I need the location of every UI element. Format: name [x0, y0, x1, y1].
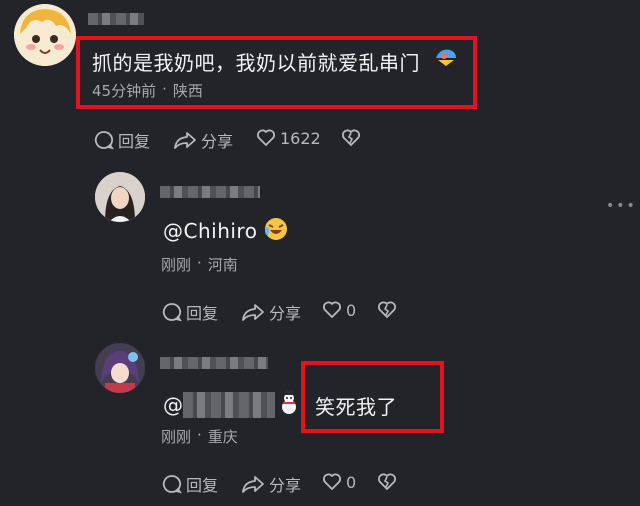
mention-text[interactable]: @	[163, 393, 184, 417]
meta-separator: ·	[197, 254, 202, 272]
share-label: 分享	[269, 304, 302, 323]
avatar[interactable]	[14, 4, 76, 66]
share-button[interactable]: 分享	[241, 472, 301, 496]
mention-text[interactable]: @Chihiro	[163, 219, 257, 243]
like-count: 1622	[280, 128, 321, 148]
like-count: 0	[346, 300, 357, 320]
heart-icon	[323, 301, 341, 318]
snowman-emoji-icon	[277, 389, 301, 415]
share-button[interactable]: 分享	[173, 128, 233, 152]
comment-bubble-icon	[162, 303, 182, 322]
username-redacted	[160, 357, 268, 369]
share-arrow-icon	[174, 132, 196, 149]
reply-label: 回复	[118, 132, 151, 151]
comment-meta: 刚刚 · 河南	[161, 254, 238, 275]
broken-heart-icon	[342, 129, 360, 146]
reply-label: 回复	[186, 304, 219, 323]
like-button[interactable]: 1622	[256, 128, 321, 148]
highlight-box	[301, 361, 444, 433]
avatar[interactable]	[95, 343, 145, 393]
comment-meta: 刚刚 · 重庆	[161, 426, 238, 447]
broken-heart-icon	[378, 473, 396, 490]
avatar[interactable]	[95, 172, 145, 222]
comment-time: 刚刚	[161, 428, 192, 446]
comment-bubble-icon	[94, 131, 114, 150]
username-redacted	[88, 13, 144, 25]
share-label: 分享	[269, 476, 302, 495]
reply-button[interactable]: 回复	[162, 472, 218, 496]
reply-label: 回复	[186, 476, 219, 495]
username-redacted	[160, 186, 260, 198]
share-button[interactable]: 分享	[241, 300, 301, 324]
reply-button[interactable]: 回复	[162, 300, 218, 324]
more-options-icon[interactable]: •••	[606, 198, 637, 214]
comment-bubble-icon	[162, 475, 182, 494]
heart-icon	[323, 473, 341, 490]
share-arrow-icon	[242, 304, 264, 321]
share-label: 分享	[201, 132, 234, 151]
share-arrow-icon	[242, 476, 264, 493]
dislike-button[interactable]	[377, 300, 401, 320]
like-count: 0	[346, 472, 357, 492]
mention-name-redacted	[183, 392, 275, 418]
comment-location: 重庆	[207, 428, 238, 446]
laughing-emoji-icon	[263, 216, 289, 242]
heart-icon	[257, 129, 275, 146]
dislike-button[interactable]	[377, 472, 401, 492]
like-button[interactable]: 0	[322, 300, 356, 320]
comment-time: 刚刚	[161, 256, 192, 274]
highlight-box	[76, 36, 477, 109]
reply-button[interactable]: 回复	[94, 128, 150, 152]
meta-separator: ·	[197, 426, 202, 444]
like-button[interactable]: 0	[322, 472, 356, 492]
dislike-button[interactable]	[341, 128, 365, 148]
broken-heart-icon	[378, 301, 396, 318]
comment-location: 河南	[207, 256, 238, 274]
